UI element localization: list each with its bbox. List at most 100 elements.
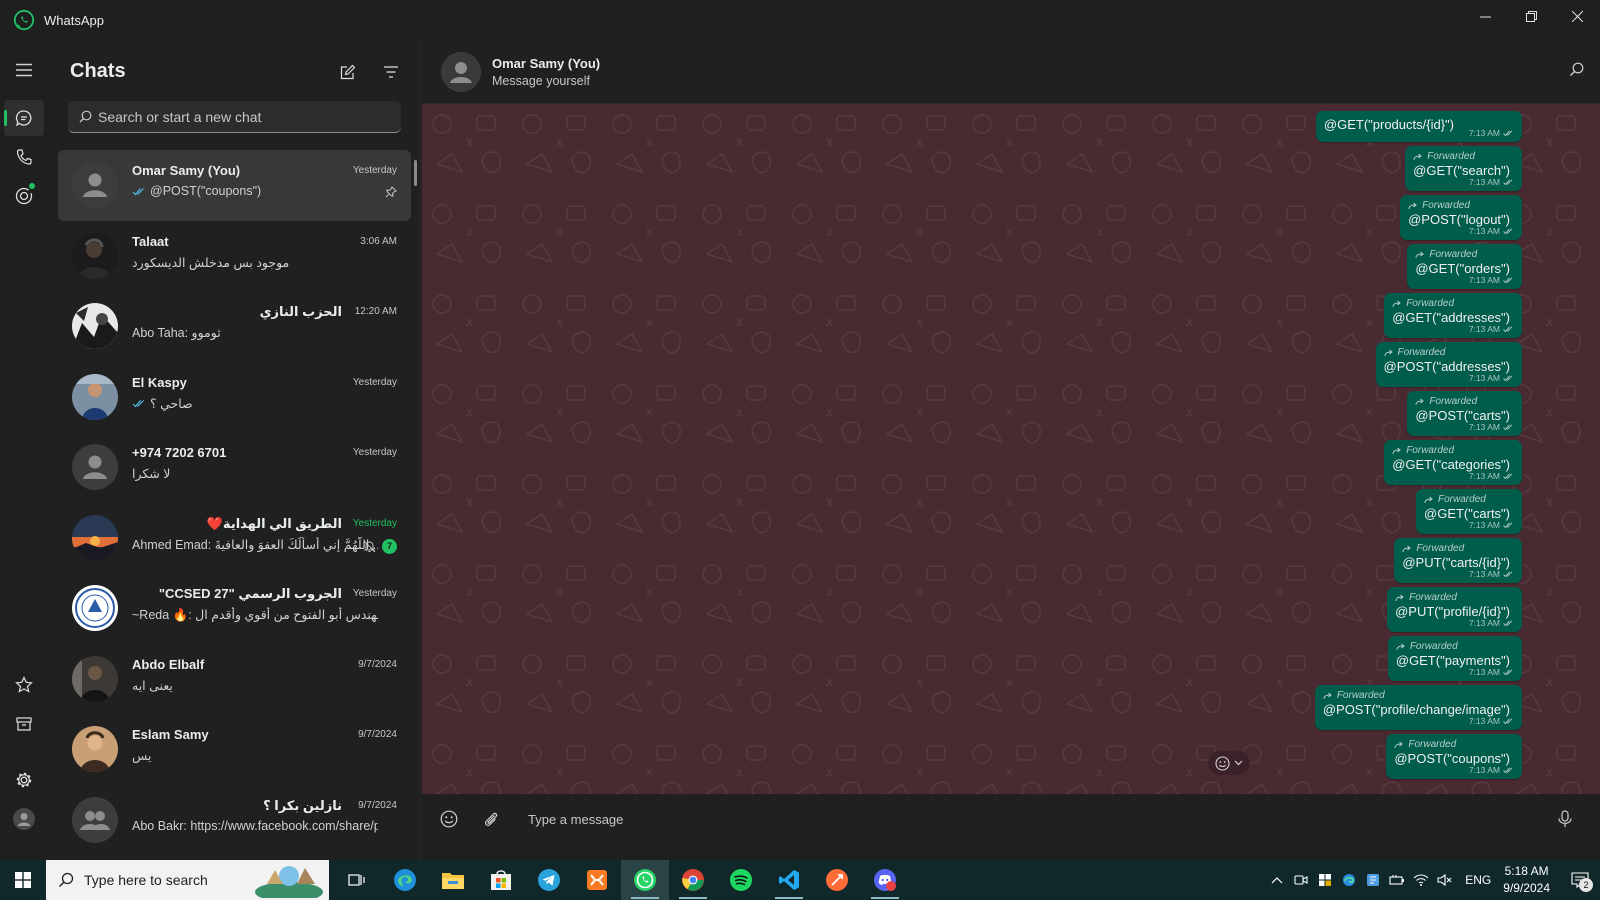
chat-list-item[interactable]: Talaat 3:06 AM موجود بس مدخلش الديسكورد — [58, 221, 411, 292]
chat-list-item[interactable]: Eslam Samy 9/7/2024 يس — [58, 714, 411, 785]
input-language-indicator[interactable]: ENG — [1465, 873, 1491, 887]
starred-messages-button[interactable] — [4, 667, 44, 703]
close-window-button[interactable] — [1554, 0, 1600, 32]
message-bubble[interactable]: Forwarded @GET("payments") 7:13 AM — [1387, 636, 1522, 681]
emoji-icon — [440, 810, 458, 828]
message-bubble[interactable]: Forwarded @POST("profile/change/image") 7:… — [1314, 685, 1522, 730]
contact-photo-icon — [72, 726, 118, 772]
tray-volume-button[interactable] — [1433, 860, 1457, 900]
message-time: 7:13 AM — [1468, 618, 1500, 628]
search-in-chat-button[interactable] — [1569, 62, 1584, 82]
status-nav-button[interactable] — [4, 178, 44, 214]
chat-list-item[interactable]: الطريق الي الهداية❤️ Yesterday Ahmed Emad:… — [58, 503, 411, 574]
start-button[interactable] — [0, 860, 46, 900]
double-check-icon — [132, 399, 144, 407]
tray-app-button[interactable] — [1361, 860, 1385, 900]
archive-icon — [16, 717, 32, 731]
filter-chats-button[interactable] — [380, 61, 402, 83]
default-avatar-icon — [441, 52, 481, 92]
taskbar-app-microsoft-store[interactable] — [477, 860, 525, 900]
chat-search-box[interactable] — [68, 101, 401, 133]
chrome-icon — [682, 869, 704, 891]
profile-button[interactable] — [4, 801, 44, 837]
message-bubble[interactable]: Forwarded @GET("orders") 7:13 AM — [1407, 244, 1522, 289]
message-input[interactable] — [528, 811, 1544, 827]
tray-wifi-button[interactable] — [1409, 860, 1433, 900]
message-area[interactable]: @GET("products/{id}") 7:13 AM Forwarded @GE… — [422, 104, 1600, 794]
chat-preview: يس — [132, 748, 378, 763]
tray-battery-button[interactable] — [1385, 860, 1409, 900]
postman-icon — [826, 869, 848, 891]
forwarded-label: Forwarded — [1424, 494, 1514, 505]
chat-list-item[interactable]: الجروب الرسمي "CCSED 27" Yesterday ~Reda 🔥… — [58, 573, 411, 644]
message-bubble[interactable]: Forwarded @POST("carts") 7:13 AM — [1407, 391, 1522, 436]
taskbar-search-box[interactable] — [46, 860, 329, 900]
chat-list-item[interactable]: Omar Samy (You) Yesterday @POST("coupons") — [58, 150, 411, 221]
message-text: @PUT("profile/{id}") — [1395, 604, 1510, 619]
chat-avatar — [72, 655, 118, 702]
tray-edge-button[interactable] — [1337, 860, 1361, 900]
message-bubble[interactable]: @GET("products/{id}") 7:13 AM — [1315, 111, 1522, 142]
message-bubble[interactable]: Forwarded @GET("search") 7:13 AM — [1405, 146, 1522, 191]
archived-chats-button[interactable] — [4, 706, 44, 742]
message-meta: 7:13 AM — [1469, 667, 1514, 677]
taskbar-app-spotify[interactable] — [717, 860, 765, 900]
emoji-button[interactable] — [428, 798, 470, 840]
message-meta: 7:13 AM — [1469, 569, 1514, 579]
message-bubble[interactable]: Forwarded @PUT("carts/{id}") 7:13 AM — [1394, 538, 1522, 583]
taskbar-app-postman[interactable] — [813, 860, 861, 900]
message-time: 7:13 AM — [1468, 422, 1500, 432]
chat-list-item[interactable]: +974 7202 6701 Yesterday لا شكرا — [58, 432, 411, 503]
taskbar-app-telegram[interactable] — [525, 860, 573, 900]
message-bubble[interactable]: Forwarded @PUT("profile/{id}") 7:13 AM — [1387, 587, 1522, 632]
message-bubble[interactable]: Forwarded @POST("addresses") 7:13 AM — [1375, 342, 1522, 387]
react-button[interactable] — [1208, 751, 1250, 775]
taskbar-app-file-explorer[interactable] — [429, 860, 477, 900]
attach-button[interactable] — [470, 798, 512, 840]
chat-list-item[interactable]: El Kaspy Yesterday صاحي ؟ — [58, 362, 411, 433]
taskbar-app-edge[interactable] — [381, 860, 429, 900]
chat-avatar — [72, 232, 118, 279]
taskbar-search-input[interactable] — [84, 872, 264, 888]
message-text: @GET("addresses") — [1392, 310, 1510, 325]
notification-center-button[interactable]: 2 — [1560, 860, 1600, 900]
message-bubble[interactable]: Forwarded @POST("coupons") 7:13 AM — [1386, 734, 1522, 779]
taskbar-app-whatsapp[interactable] — [621, 860, 669, 900]
whatsapp-icon — [634, 869, 656, 891]
message-bubble[interactable]: Forwarded @GET("categories") 7:13 AM — [1384, 440, 1522, 485]
chat-list-scrollbar[interactable] — [414, 160, 417, 186]
forwarded-arrow-icon — [1323, 692, 1332, 699]
new-chat-button[interactable] — [337, 61, 359, 83]
minimize-button[interactable] — [1462, 0, 1508, 32]
chat-list-item[interactable]: Abdo Elbalf 9/7/2024 يعنى ايه — [58, 644, 411, 715]
contact-avatar[interactable] — [441, 52, 481, 92]
menu-button[interactable] — [4, 52, 44, 88]
taskbar-clock[interactable]: 5:18 AM 9/9/2024 — [1503, 863, 1550, 897]
taskbar-app-xampp[interactable] — [573, 860, 621, 900]
taskbar-app-discord[interactable] — [861, 860, 909, 900]
show-hidden-icons-button[interactable] — [1265, 860, 1289, 900]
chat-search-input[interactable] — [98, 108, 401, 125]
calls-nav-button[interactable] — [4, 139, 44, 175]
task-view-button[interactable] — [333, 860, 381, 900]
message-time: 7:13 AM — [1468, 667, 1500, 677]
tray-camera-button[interactable] — [1289, 860, 1313, 900]
chat-list-item[interactable]: الحزب النازي 12:20 AM Abo Taha: ثوموو — [58, 291, 411, 362]
message-text: @POST("logout") — [1408, 212, 1510, 227]
forwarded-label: Forwarded — [1415, 249, 1514, 260]
message-bubble[interactable]: Forwarded @GET("addresses") 7:13 AM — [1384, 293, 1522, 338]
voice-message-button[interactable] — [1544, 798, 1586, 840]
message-bubble[interactable]: Forwarded @GET("carts") 7:13 AM — [1416, 489, 1522, 534]
restore-button[interactable] — [1508, 0, 1554, 32]
tray-security-button[interactable] — [1313, 860, 1337, 900]
taskbar-app-vscode[interactable] — [765, 860, 813, 900]
forwarded-text: Forwarded — [1409, 641, 1458, 652]
conversation-header[interactable]: Omar Samy (You) Message yourself — [422, 40, 1600, 104]
chat-list-item[interactable]: نازلين بكرا ؟ 9/7/2024 Abo Bakr: https://w… — [58, 785, 411, 856]
contact-photo-icon — [72, 655, 118, 702]
chats-nav-button[interactable] — [4, 100, 44, 136]
message-bubble[interactable]: Forwarded @POST("logout") 7:13 AM — [1400, 195, 1522, 240]
settings-button[interactable] — [4, 762, 44, 798]
taskbar-app-chrome[interactable] — [669, 860, 717, 900]
message-text: @GET("payments") — [1395, 653, 1510, 668]
